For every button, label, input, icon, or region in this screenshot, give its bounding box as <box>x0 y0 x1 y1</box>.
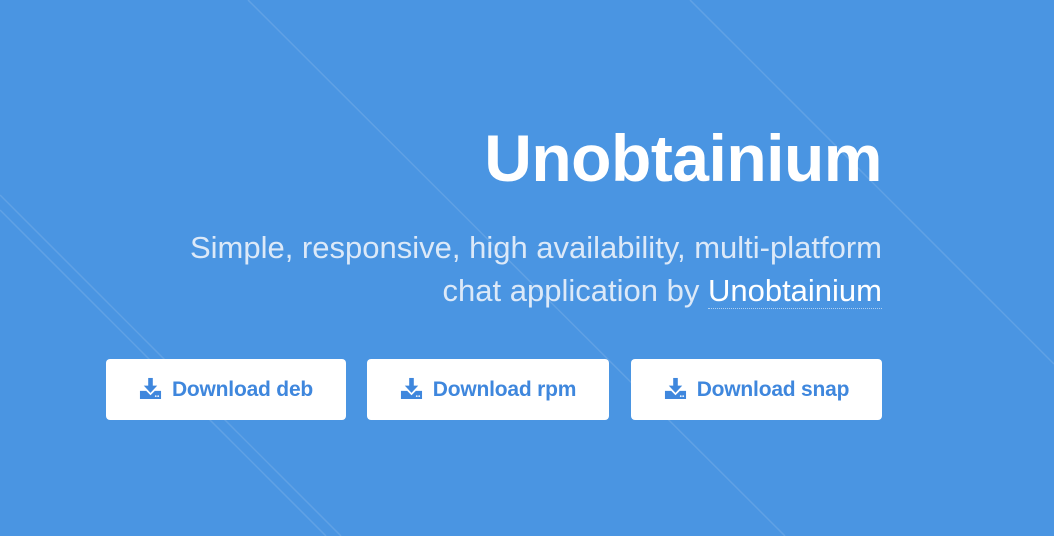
tagline-line-2: chat application by Unobtainium <box>190 269 882 312</box>
download-rpm-label: Download rpm <box>432 377 577 401</box>
download-snap-label: Download snap <box>696 377 850 401</box>
download-icon <box>400 377 423 400</box>
tagline-line-2-text: chat application by <box>442 273 708 308</box>
tagline-line-1: Simple, responsive, high availability, m… <box>189 230 882 265</box>
download-buttons: Download deb Download rpm Download snap <box>106 359 882 420</box>
page-title: Unobtainium <box>484 121 882 195</box>
download-rpm-button[interactable]: Download rpm <box>367 359 609 420</box>
brand-link[interactable]: Unobtainium <box>707 273 882 309</box>
download-icon <box>664 377 687 400</box>
download-deb-button[interactable]: Download deb <box>106 359 346 420</box>
download-deb-label: Download deb <box>171 377 314 401</box>
tagline: Simple, responsive, high availability, m… <box>190 226 882 312</box>
hero-section: Unobtainium Simple, responsive, high ava… <box>0 0 1054 536</box>
download-snap-button[interactable]: Download snap <box>631 359 882 420</box>
download-icon <box>139 377 162 400</box>
